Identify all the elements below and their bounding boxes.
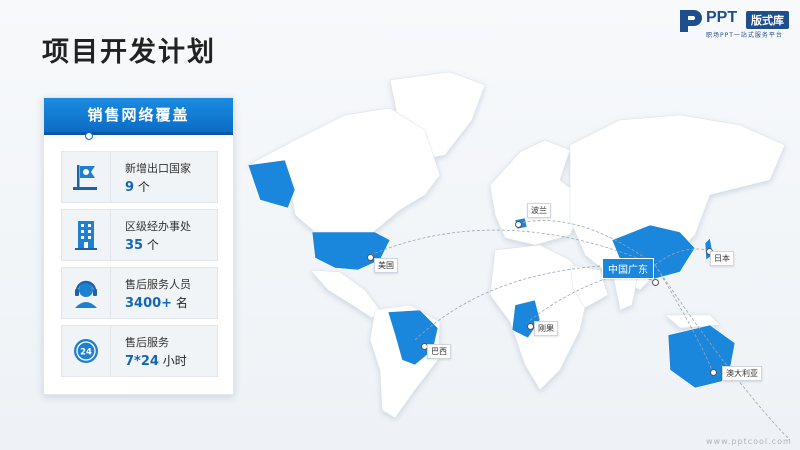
label-congo[interactable]: 刚果: [534, 321, 558, 336]
label-usa[interactable]: 美国: [374, 258, 398, 273]
logo-badge: 版式库: [746, 11, 789, 29]
stat-row-service: 24 售后服务 7*24 小时: [61, 325, 218, 377]
24h-icon: 24: [62, 326, 111, 376]
australia-pin[interactable]: [710, 369, 717, 376]
stat-label: 售后服务: [125, 336, 169, 349]
stat-row-countries: 新增出口国家 9 个: [61, 151, 218, 203]
panel-title: 销售网络覆盖: [44, 98, 233, 135]
stat-row-staff: 售后服务人员 3400+ 名: [61, 267, 218, 319]
brand-logo[interactable]: PPT 版式库 职场PPT一站式服务平台: [678, 8, 796, 40]
headset-icon: [62, 268, 111, 318]
congo-pin[interactable]: [527, 323, 534, 330]
guangdong-pin[interactable]: [652, 279, 659, 286]
stat-label: 售后服务人员: [125, 278, 191, 291]
label-japan[interactable]: 日本: [710, 251, 734, 266]
stat-value: 3400+ 名: [125, 296, 188, 311]
panel-pointer-dot: [85, 132, 93, 140]
logo-text: PPT: [706, 9, 738, 26]
central-america-shape: [309, 269, 381, 319]
flag-icon: [62, 152, 111, 202]
stat-label: 新增出口国家: [125, 162, 191, 175]
poland-pin[interactable]: [515, 221, 522, 228]
logo-tagline: 职场PPT一站式服务平台: [706, 32, 783, 39]
building-icon: [62, 210, 111, 260]
page-title: 项目开发计划: [42, 37, 216, 68]
stat-value: 35 个: [125, 238, 159, 253]
sales-network-panel: 销售网络覆盖 新增出口国家 9 个 区级经办事处 35 个 售后服务人员 340…: [43, 97, 234, 395]
svg-text:24: 24: [80, 348, 92, 358]
label-brazil[interactable]: 巴西: [427, 344, 451, 359]
logo-mark-icon: [680, 10, 702, 32]
stat-row-offices: 区级经办事处 35 个: [61, 209, 218, 261]
world-map: [247, 71, 791, 440]
stat-label: 区级经办事处: [125, 220, 191, 233]
stat-value: 7*24 小时: [125, 354, 187, 369]
usa-pin[interactable]: [367, 254, 374, 261]
label-hub[interactable]: 中国广东: [602, 258, 654, 279]
label-australia[interactable]: 澳大利亚: [722, 366, 762, 381]
label-poland[interactable]: 波兰: [527, 203, 551, 218]
footer-url: www.pptcool.com: [706, 437, 792, 446]
stat-value: 9 个: [125, 180, 150, 195]
